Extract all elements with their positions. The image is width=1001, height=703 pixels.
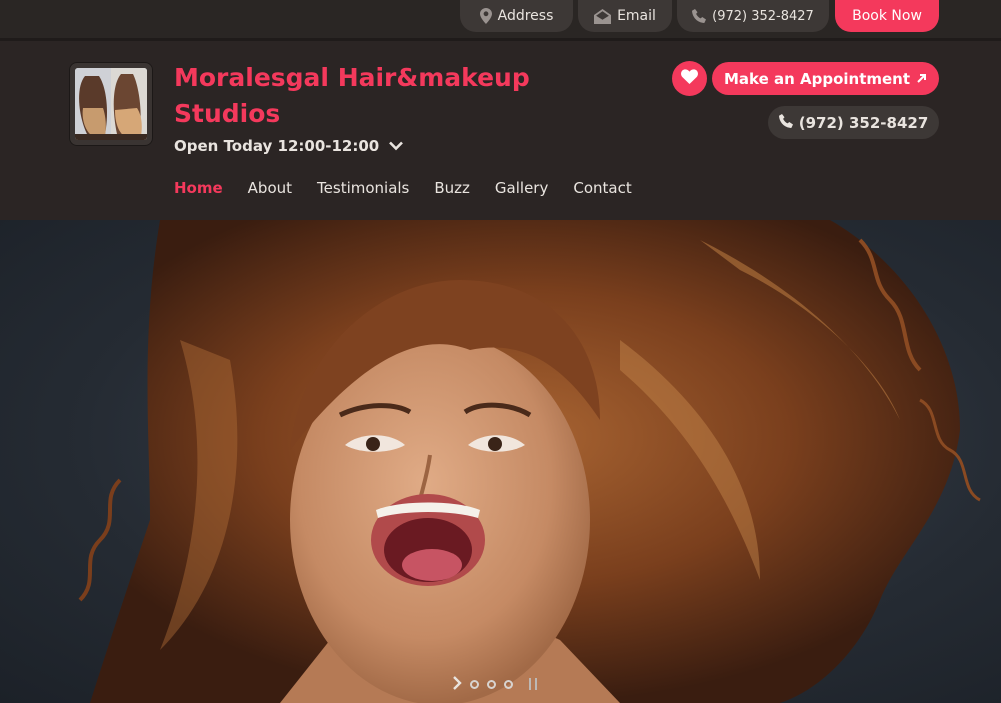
phone-icon (778, 113, 793, 132)
chevron-down-icon (389, 137, 404, 155)
main-navigation: Home About Testimonials Buzz Gallery Con… (174, 179, 657, 197)
favorite-button[interactable] (672, 61, 707, 96)
hero-image (78, 220, 981, 703)
phone-topbar-label: (972) 352-8427 (712, 8, 814, 24)
pause-icon[interactable] (529, 675, 537, 694)
phone-icon (692, 9, 707, 23)
hours-toggle[interactable]: Open Today 12:00-12:00 (174, 137, 404, 155)
nav-testimonials[interactable]: Testimonials (317, 179, 409, 197)
phone-topbar-button[interactable]: (972) 352-8427 (677, 0, 829, 32)
logo-photo (75, 68, 147, 140)
business-logo[interactable] (69, 62, 153, 146)
email-button[interactable]: Email (578, 0, 672, 32)
nav-contact[interactable]: Contact (573, 179, 631, 197)
slider-dot-3[interactable] (504, 680, 513, 689)
nav-about[interactable]: About (248, 179, 292, 197)
hours-text: Open Today 12:00-12:00 (174, 137, 380, 155)
envelope-icon (594, 8, 612, 24)
slider-dot-2[interactable] (487, 680, 496, 689)
top-utility-bar: Address Email (972) 352-8427 Book Now (0, 0, 1001, 41)
business-name[interactable]: Moralesgal Hair&makeup Studios (174, 60, 534, 132)
nav-home[interactable]: Home (174, 179, 223, 197)
email-label: Email (617, 8, 656, 24)
book-now-label: Book Now (852, 8, 922, 24)
nav-buzz[interactable]: Buzz (434, 179, 470, 197)
address-button[interactable]: Address (460, 0, 573, 32)
phone-header-label: (972) 352-8427 (798, 113, 929, 132)
appointment-label: Make an Appointment (723, 69, 911, 88)
slider-dot-1[interactable] (470, 680, 479, 689)
address-label: Address (497, 8, 554, 24)
location-pin-icon (479, 8, 492, 24)
heart-icon (681, 69, 698, 88)
slider-controls (452, 675, 537, 694)
site-header: Moralesgal Hair&makeup Studios Open Toda… (0, 41, 1001, 220)
hero-slider (0, 220, 1001, 703)
make-appointment-button[interactable]: Make an Appointment (712, 62, 939, 95)
phone-header-button[interactable]: (972) 352-8427 (768, 106, 939, 139)
arrow-up-right-icon (916, 70, 927, 88)
book-now-button[interactable]: Book Now (835, 0, 939, 32)
nav-gallery[interactable]: Gallery (495, 179, 548, 197)
chevron-right-icon[interactable] (452, 675, 462, 694)
